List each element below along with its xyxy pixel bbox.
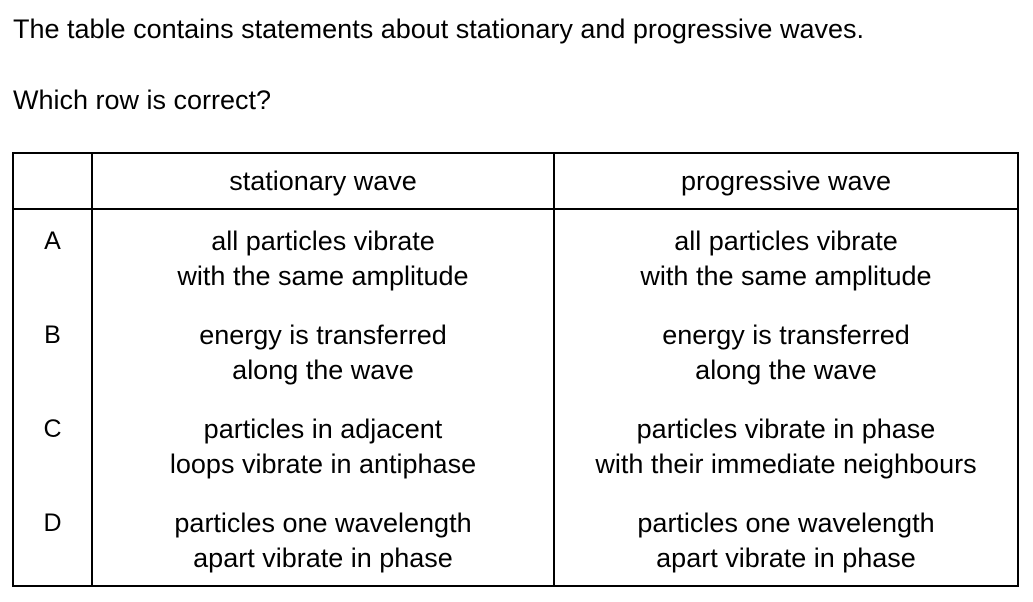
progressive-cell: particles one wavelength apart vibrate i…	[553, 506, 1019, 587]
stationary-cell: particles one wavelength apart vibrate i…	[91, 506, 555, 587]
cell-line: energy is transferred	[199, 320, 447, 350]
cell-line: with the same amplitude	[177, 261, 469, 291]
progressive-cell: particles vibrate in phase with their im…	[553, 412, 1019, 506]
cell-line: particles vibrate in phase	[636, 414, 936, 444]
header-progressive-wave: progressive wave	[553, 152, 1019, 210]
table-header-row: stationary wave progressive wave	[12, 152, 1019, 210]
question-intro-text: The table contains statements about stat…	[13, 14, 864, 44]
cell-line: particles one wavelength	[637, 508, 935, 538]
question-prompt: Which row is correct?	[13, 85, 272, 115]
stationary-cell: energy is transferred along the wave	[91, 318, 555, 412]
cell-line: energy is transferred	[662, 320, 910, 350]
table-row-b: B energy is transferred along the wave e…	[12, 318, 1019, 412]
cell-line: all particles vibrate	[674, 226, 898, 256]
header-blank-cell	[12, 152, 93, 210]
cell-line: particles in adjacent	[203, 414, 443, 444]
stationary-cell: all particles vibrate with the same ampl…	[91, 209, 555, 318]
header-stationary-wave: stationary wave	[91, 152, 555, 210]
cell-line: loops vibrate in antiphase	[169, 449, 477, 479]
cell-line: with the same amplitude	[640, 261, 932, 291]
row-letter: A	[12, 209, 93, 318]
cell-line: all particles vibrate	[211, 226, 435, 256]
progressive-cell: all particles vibrate with the same ampl…	[553, 209, 1019, 318]
cell-line: along the wave	[695, 355, 877, 385]
cell-line: apart vibrate in phase	[193, 543, 453, 573]
cell-line: with their immediate neighbours	[595, 449, 977, 479]
row-letter: C	[12, 412, 93, 506]
cell-line: along the wave	[232, 355, 414, 385]
table-row-c: C particles in adjacent loops vibrate in…	[12, 412, 1019, 506]
progressive-cell: energy is transferred along the wave	[553, 318, 1019, 412]
cell-line: apart vibrate in phase	[656, 543, 916, 573]
row-letter: D	[12, 506, 93, 587]
cell-line: particles one wavelength	[174, 508, 472, 538]
options-table: stationary wave progressive wave A all p…	[12, 152, 1019, 587]
row-letter: B	[12, 318, 93, 412]
table-row-d: D particles one wavelength apart vibrate…	[12, 506, 1019, 587]
table-row-a: A all particles vibrate with the same am…	[12, 209, 1019, 318]
stationary-cell: particles in adjacent loops vibrate in a…	[91, 412, 555, 506]
